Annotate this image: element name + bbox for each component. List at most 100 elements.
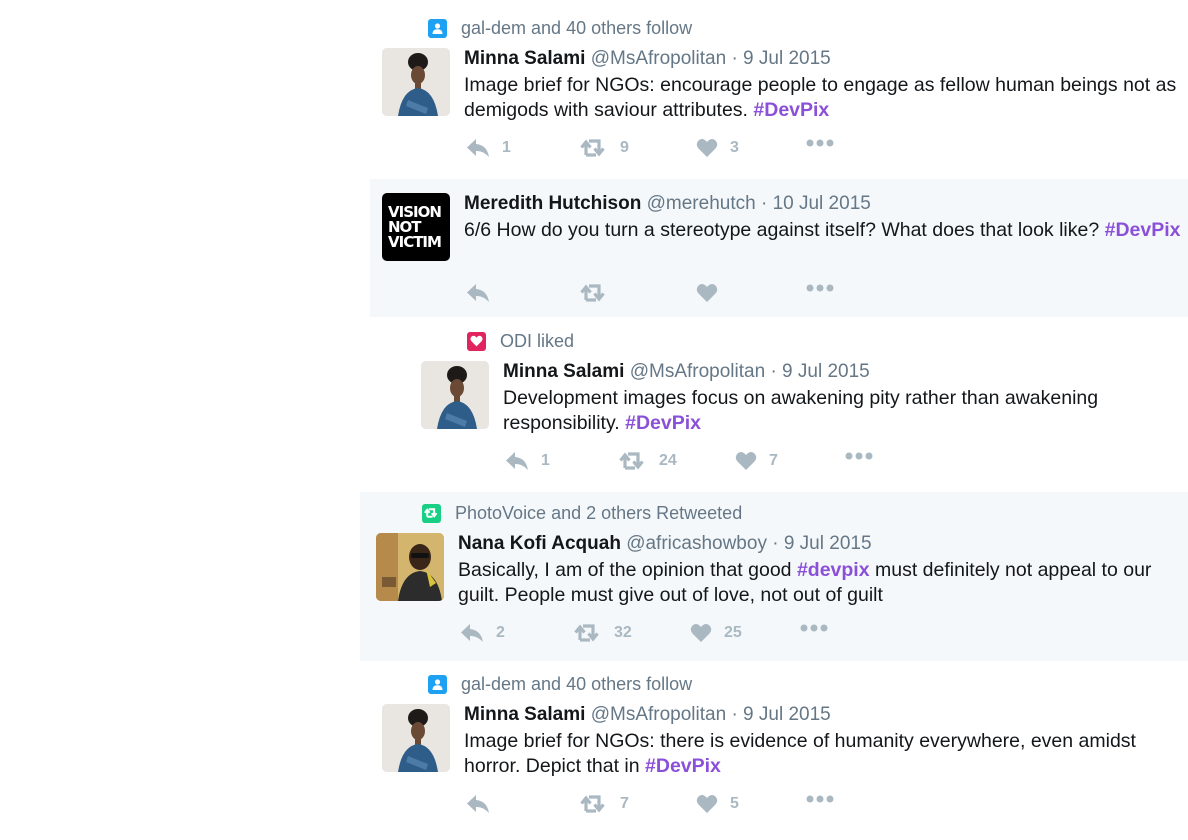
more-button[interactable] — [806, 794, 834, 804]
hashtag-link[interactable]: #DevPix — [645, 755, 721, 777]
tweet-context: gal-dem and 40 others follow — [428, 673, 692, 695]
tweet-date[interactable]: · 10 Jul 2015 — [761, 193, 871, 214]
tweet-body: 6/6 How do you turn a stereotype against… — [464, 219, 1100, 241]
author-name[interactable]: Nana Kofi Acquah — [458, 533, 621, 554]
avatar[interactable]: VISION NOT VICTIM — [382, 193, 450, 261]
retweet-count: 9 — [620, 139, 629, 156]
tweet-text: 6/6 How do you turn a stereotype against… — [464, 218, 1184, 243]
person-icon — [428, 674, 447, 694]
more-dots-icon — [845, 452, 873, 460]
heart-icon — [735, 452, 757, 470]
author-name[interactable]: Meredith Hutchison — [464, 193, 641, 214]
like-button[interactable]: 7 — [735, 451, 778, 471]
retweet-icon — [619, 452, 644, 470]
heart-icon — [696, 284, 718, 302]
tweet-context: PhotoVoice and 2 others Retweeted — [422, 502, 742, 524]
hashtag-link[interactable]: #devpix — [797, 559, 870, 581]
author-handle[interactable]: @merehutch — [647, 193, 756, 214]
author-name[interactable]: Minna Salami — [464, 704, 585, 725]
retweet-icon — [580, 139, 605, 157]
like-count: 25 — [724, 624, 742, 641]
reply-count: 1 — [502, 139, 511, 156]
avatar-text: VICTIM — [388, 232, 442, 251]
hashtag-link[interactable]: #DevPix — [625, 412, 701, 434]
more-dots-icon — [806, 139, 834, 147]
tweet-body: Image brief for NGOs: there is evidence … — [464, 730, 1136, 777]
reply-icon — [467, 795, 489, 813]
like-button[interactable]: 3 — [696, 138, 739, 158]
retweet-button[interactable]: 7 — [580, 794, 629, 814]
person-icon — [428, 18, 447, 38]
like-count: 7 — [769, 452, 778, 469]
context-text: gal-dem and 40 others follow — [461, 17, 693, 38]
retweet-icon — [580, 795, 605, 813]
like-button[interactable] — [696, 283, 730, 303]
retweet-count: 24 — [659, 452, 677, 469]
author-name[interactable]: Minna Salami — [503, 361, 624, 382]
reply-button[interactable] — [466, 283, 502, 303]
author-handle[interactable]: @MsAfropolitan — [630, 361, 765, 382]
reply-icon — [467, 284, 489, 302]
context-text: ODI liked — [500, 330, 575, 351]
tweet-context: gal-dem and 40 others follow — [428, 17, 692, 39]
reply-count: 2 — [496, 624, 505, 641]
author-handle[interactable]: @MsAfropolitan — [591, 704, 726, 725]
retweet-icon — [580, 284, 605, 302]
retweet-button[interactable]: 9 — [580, 138, 629, 158]
more-dots-icon — [806, 795, 834, 803]
reply-button[interactable] — [466, 794, 502, 814]
tweet-actions: 7 5 — [466, 794, 1186, 818]
heart-icon — [467, 331, 486, 351]
heart-icon — [696, 139, 718, 157]
author-handle[interactable]: @MsAfropolitan — [591, 48, 726, 69]
reply-button[interactable]: 1 — [505, 451, 550, 471]
retweet-icon — [574, 624, 599, 642]
avatar[interactable] — [376, 533, 444, 601]
avatar[interactable] — [421, 361, 489, 429]
avatar[interactable] — [382, 704, 450, 772]
more-button[interactable] — [845, 451, 873, 461]
tweet-body: Development images focus on awakening pi… — [503, 387, 1099, 434]
more-button[interactable] — [806, 283, 834, 293]
retweet-button[interactable]: 32 — [574, 623, 632, 643]
tweet-actions: 2 32 25 — [460, 623, 1180, 647]
reply-icon — [467, 139, 489, 157]
hashtag-link[interactable]: #DevPix — [1105, 219, 1181, 241]
tweet-date[interactable]: · 9 Jul 2015 — [731, 48, 830, 69]
retweet-count: 7 — [620, 795, 629, 812]
tweet-text: Image brief for NGOs: encourage people t… — [464, 73, 1184, 123]
tweet-actions: 1 24 7 — [505, 451, 1188, 475]
tweet-context: ODI liked — [467, 330, 574, 352]
like-button[interactable]: 25 — [690, 623, 742, 643]
more-button[interactable] — [806, 138, 834, 148]
heart-icon — [696, 795, 718, 813]
tweet-actions — [466, 283, 1186, 307]
tweet-date[interactable]: · 9 Jul 2015 — [770, 361, 869, 382]
reply-button[interactable]: 1 — [466, 138, 511, 158]
reply-count: 1 — [541, 452, 550, 469]
hashtag-link[interactable]: #DevPix — [753, 99, 829, 121]
reply-button[interactable]: 2 — [460, 623, 505, 643]
reply-icon — [506, 452, 528, 470]
tweet-actions: 1 9 3 — [466, 138, 1186, 162]
reply-icon — [461, 624, 483, 642]
context-text: gal-dem and 40 others follow — [461, 673, 693, 694]
retweet-button[interactable]: 24 — [619, 451, 677, 471]
context-text: PhotoVoice and 2 others Retweeted — [455, 502, 743, 523]
tweet-date[interactable]: · 9 Jul 2015 — [731, 704, 830, 725]
tweet-text: Basically, I am of the opinion that good… — [458, 558, 1178, 608]
tweet-text: Development images focus on awakening pi… — [503, 386, 1143, 436]
tweet-body: Basically, I am of the opinion that good — [458, 559, 792, 581]
avatar[interactable] — [382, 48, 450, 116]
tweet-date[interactable]: · 9 Jul 2015 — [772, 533, 871, 554]
author-handle[interactable]: @africashowboy — [626, 533, 767, 554]
tweet-text: Image brief for NGOs: there is evidence … — [464, 729, 1184, 779]
author-name[interactable]: Minna Salami — [464, 48, 585, 69]
more-dots-icon — [806, 284, 834, 292]
like-count: 3 — [730, 139, 739, 156]
more-dots-icon — [800, 624, 828, 632]
retweet-button[interactable] — [580, 283, 620, 303]
more-button[interactable] — [800, 623, 828, 633]
like-button[interactable]: 5 — [696, 794, 739, 814]
heart-icon — [690, 624, 712, 642]
